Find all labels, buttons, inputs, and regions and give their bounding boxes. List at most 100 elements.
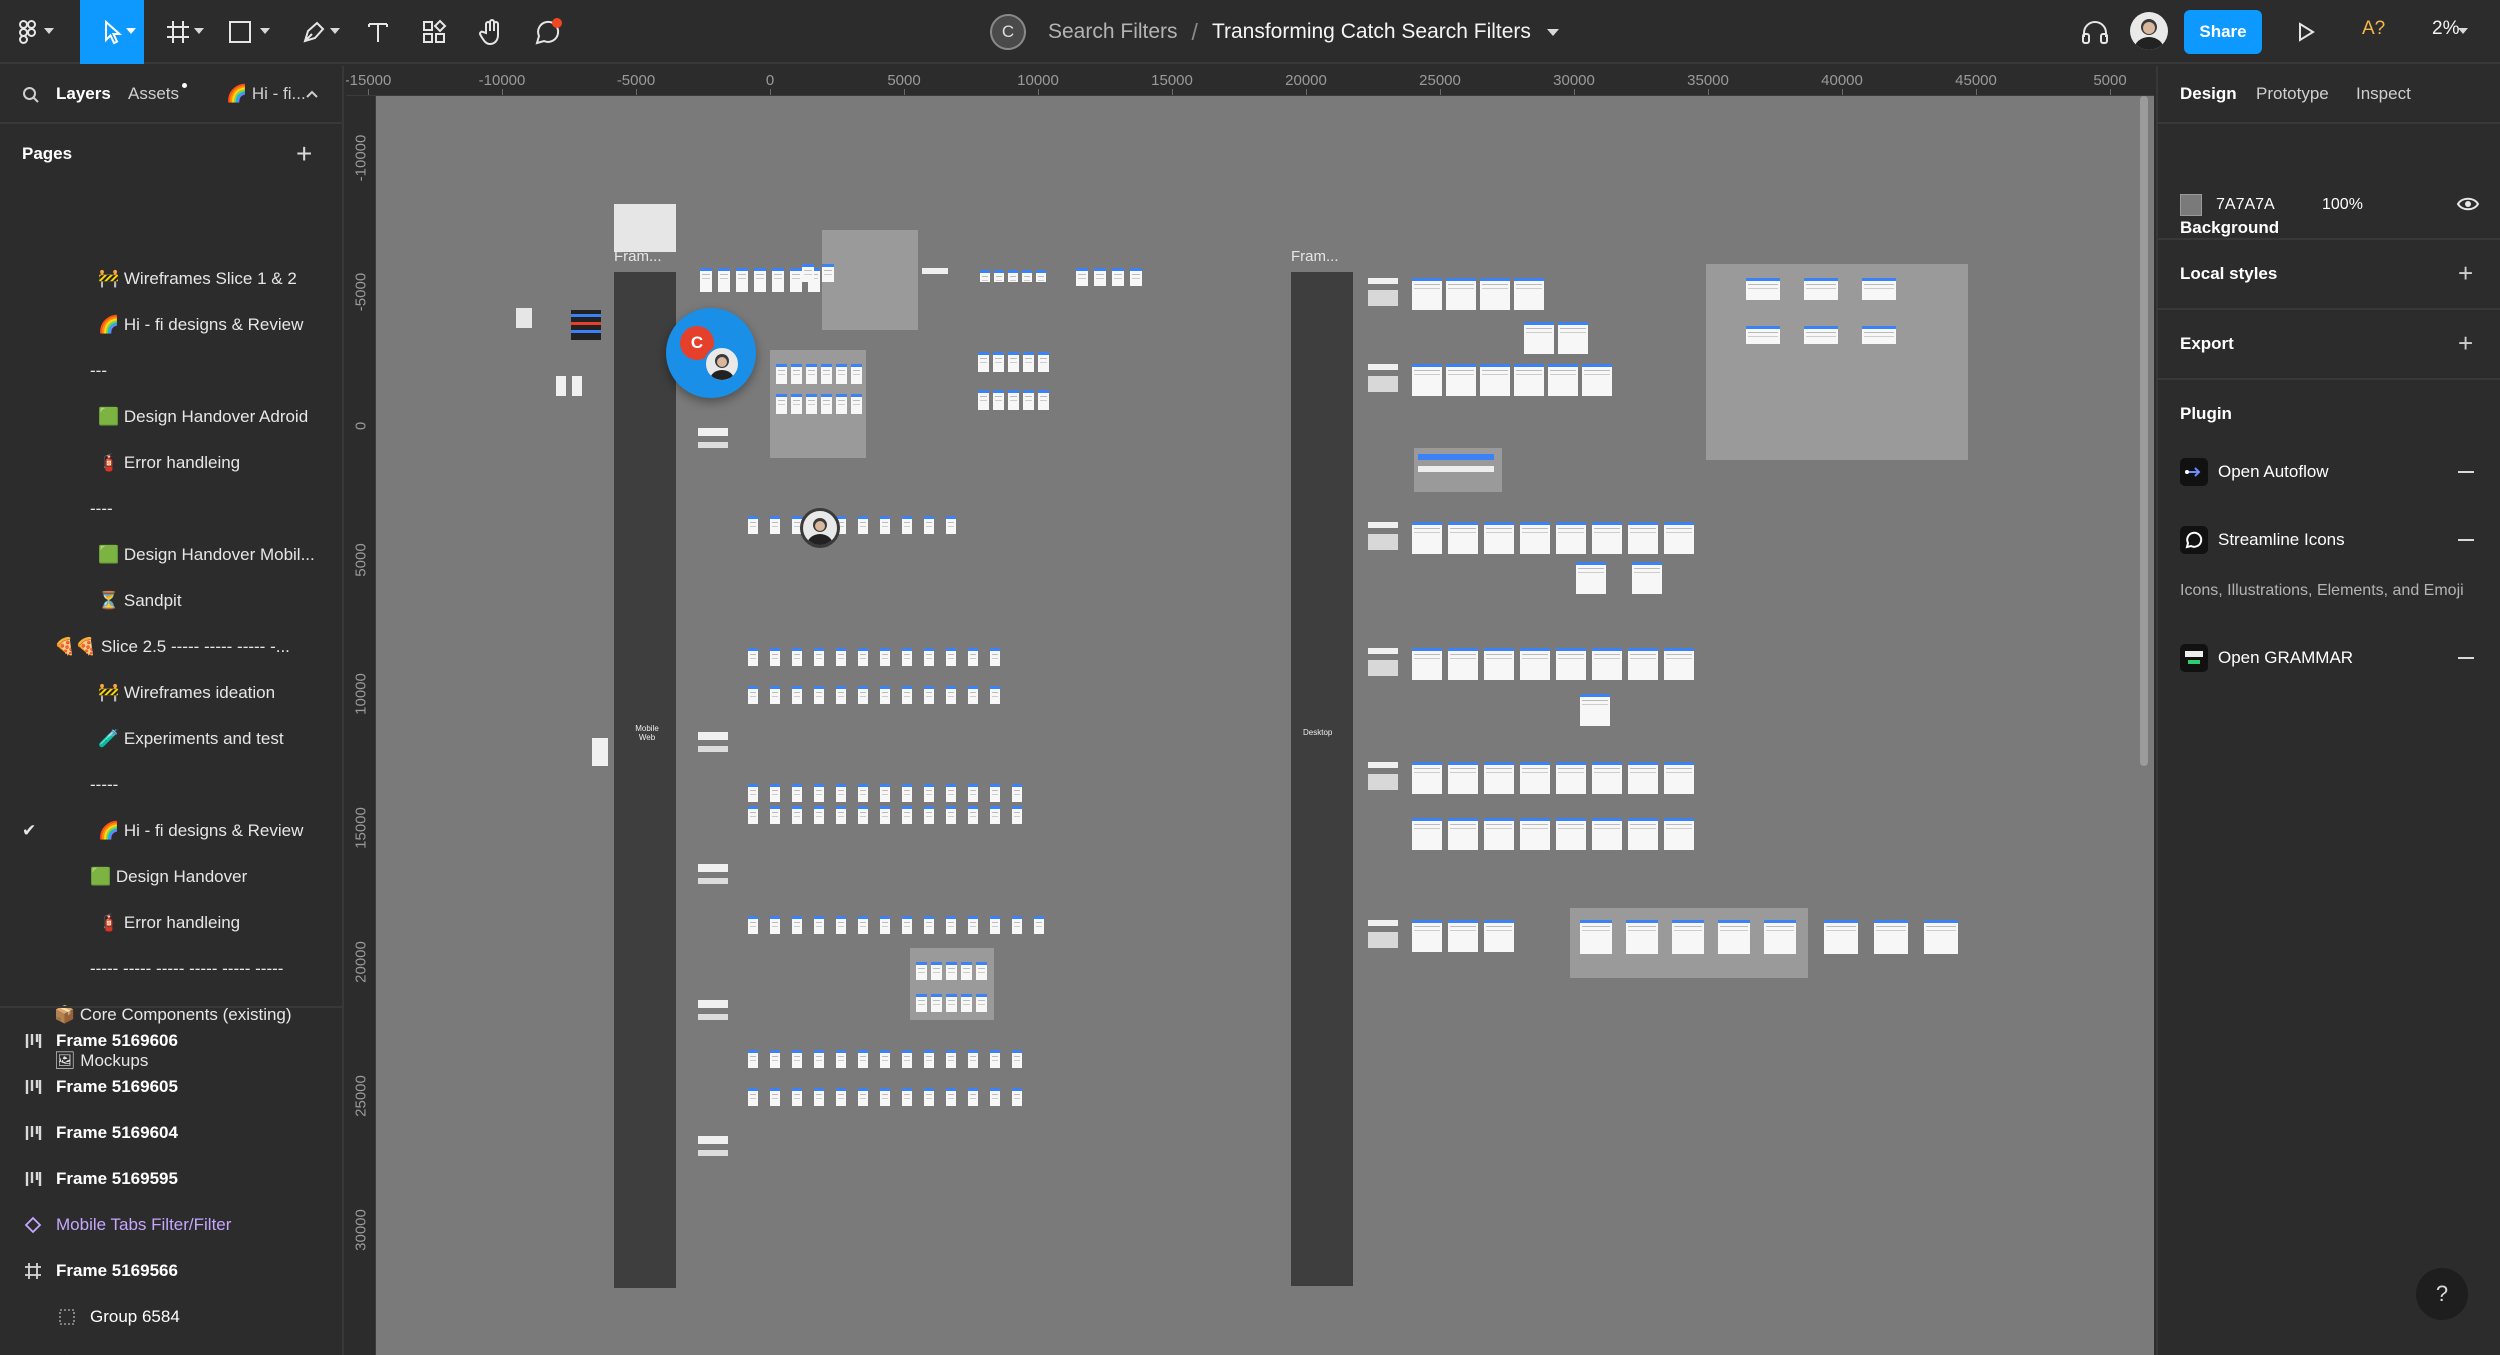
page-item[interactable]: 🚧 Wireframes ideation bbox=[0, 670, 342, 716]
page-item[interactable]: ----- ----- ----- ----- ----- ----- bbox=[0, 946, 342, 992]
mobile-frame-label[interactable]: Fram... bbox=[614, 248, 662, 265]
ruler-y-label: -10000 bbox=[352, 134, 370, 182]
page-item[interactable]: ⏳ Sandpit bbox=[0, 578, 342, 624]
help-button[interactable]: ? bbox=[2416, 1268, 2468, 1320]
chevron-down-icon[interactable] bbox=[1546, 28, 1559, 36]
resources-button[interactable] bbox=[406, 0, 462, 64]
group-icon bbox=[56, 1306, 78, 1328]
ruler-x-label: 10000 bbox=[1017, 72, 1059, 89]
plugin-row-streamline[interactable]: Streamline Icons bbox=[2158, 520, 2500, 560]
figma-logo-icon bbox=[19, 20, 36, 44]
layer-item[interactable]: Frame 5169566 bbox=[0, 1248, 342, 1294]
breadcrumb-separator: / bbox=[1191, 18, 1198, 45]
page-item[interactable]: 🟩 Design Handover Adroid bbox=[0, 394, 342, 440]
layer-item[interactable]: Mobile Tabs Filter/Filter bbox=[0, 1202, 342, 1248]
page-item[interactable]: ✔ 🌈 Hi - fi designs & Review bbox=[0, 808, 342, 854]
project-name-link[interactable]: Search Filters bbox=[1048, 20, 1178, 44]
page-item[interactable]: 🚧 Wireframes Slice 1 & 2 bbox=[0, 256, 342, 302]
layer-item[interactable]: Frame 5169606 bbox=[0, 1018, 342, 1064]
layer-item-label: Mobile Tabs Filter/Filter bbox=[56, 1215, 232, 1234]
hand-tool-button[interactable] bbox=[464, 0, 520, 64]
text-tool-button[interactable] bbox=[350, 0, 406, 64]
chevron-up-icon[interactable] bbox=[306, 90, 318, 98]
comment-tool-button[interactable] bbox=[520, 0, 576, 64]
page-item-label: ----- bbox=[90, 775, 119, 794]
ruler-x-label: 0 bbox=[765, 72, 775, 89]
page-item[interactable]: ----- bbox=[0, 762, 342, 808]
add-page-icon[interactable]: + bbox=[296, 140, 312, 168]
plugin-row-autoflow[interactable]: Open Autoflow bbox=[2158, 452, 2500, 492]
page-item-label: 🟩 Design Handover Mobil... bbox=[98, 545, 315, 564]
page-item[interactable]: 🌈 Hi - fi designs & Review bbox=[0, 302, 342, 348]
current-page-dropdown[interactable]: 🌈 Hi - fi... bbox=[226, 84, 306, 104]
frame-icon bbox=[22, 1260, 44, 1282]
page-item[interactable]: ---- bbox=[0, 486, 342, 532]
tab-prototype[interactable]: Prototype bbox=[2256, 84, 2329, 104]
layer-item[interactable]: Mobile Tabs Filter/Filter bbox=[0, 1340, 342, 1355]
layer-item-label: Frame 5169595 bbox=[56, 1169, 178, 1188]
remove-plugin-icon[interactable] bbox=[2458, 539, 2474, 541]
frame-tool-icon bbox=[167, 21, 189, 43]
share-button[interactable]: Share bbox=[2184, 10, 2262, 54]
layer-item-label: Frame 5169604 bbox=[56, 1123, 178, 1142]
file-name-button[interactable]: Transforming Catch Search Filters bbox=[1212, 20, 1531, 44]
audio-button[interactable] bbox=[2072, 0, 2118, 64]
page-item[interactable]: 🟩 Design Handover Mobil... bbox=[0, 532, 342, 578]
present-button[interactable] bbox=[2284, 0, 2328, 64]
ruler-x-label: 15000 bbox=[1151, 72, 1193, 89]
pages-title: Pages bbox=[22, 144, 73, 163]
checkmark-icon: ✔ bbox=[22, 821, 37, 840]
desktop-frame-label[interactable]: Fram... bbox=[1291, 248, 1339, 265]
ruler-x-label: -5000 bbox=[616, 72, 656, 89]
ruler-tick bbox=[502, 89, 503, 95]
a11y-check-button[interactable]: A? bbox=[2362, 18, 2385, 40]
ruler-y-label: 30000 bbox=[352, 1209, 370, 1251]
page-item-label: --- bbox=[90, 361, 107, 380]
layer-item[interactable]: Frame 5169604 bbox=[0, 1110, 342, 1156]
chevron-down-icon bbox=[44, 28, 54, 34]
zoom-level-dropdown[interactable]: 2% bbox=[2432, 18, 2459, 40]
page-item[interactable]: 🧯 Error handleing bbox=[0, 440, 342, 486]
page-item[interactable]: 🟩 Design Handover bbox=[0, 854, 342, 900]
collaborator-avatar-2[interactable] bbox=[800, 508, 840, 548]
page-item[interactable]: 🧪 Experiments and test bbox=[0, 716, 342, 762]
ruler-tick bbox=[368, 89, 369, 95]
move-tool-button[interactable] bbox=[80, 0, 144, 64]
remove-plugin-icon[interactable] bbox=[2458, 471, 2474, 473]
background-opacity-input[interactable]: 100% bbox=[2322, 196, 2363, 214]
background-color-swatch[interactable] bbox=[2180, 194, 2202, 216]
streamline-icon bbox=[2180, 526, 2208, 554]
layer-item[interactable]: Frame 5169595 bbox=[0, 1156, 342, 1202]
design-canvas[interactable]: Fram... Fram... Mobile Web Desktop C bbox=[376, 96, 2154, 1355]
ruler-tick bbox=[1708, 89, 1709, 95]
tab-inspect[interactable]: Inspect bbox=[2356, 84, 2411, 104]
plugin-name: Open GRAMMAR bbox=[2218, 648, 2354, 667]
user-avatar[interactable] bbox=[2130, 12, 2168, 50]
tab-design[interactable]: Design bbox=[2180, 84, 2237, 104]
canvas-vertical-scrollbar[interactable] bbox=[2140, 96, 2148, 766]
page-item[interactable]: --- bbox=[0, 348, 342, 394]
plugin-row-grammar[interactable]: Open GRAMMAR bbox=[2158, 638, 2500, 678]
collaborator-cursor[interactable]: C bbox=[666, 308, 756, 398]
page-item[interactable]: 🍕🍕 Slice 2.5 ----- ----- ----- -... bbox=[0, 624, 342, 670]
eye-icon[interactable] bbox=[2456, 194, 2480, 214]
search-icon[interactable] bbox=[22, 86, 40, 104]
chevron-down-icon bbox=[194, 28, 204, 34]
remove-plugin-icon[interactable] bbox=[2458, 657, 2474, 659]
hand-tool-icon bbox=[479, 19, 499, 46]
tab-assets[interactable]: Assets bbox=[128, 84, 179, 104]
play-icon bbox=[2299, 22, 2315, 42]
rectangle-tool-icon bbox=[229, 21, 251, 43]
layer-item[interactable]: Group 6584 bbox=[0, 1294, 342, 1340]
ruler-y-label: 10000 bbox=[352, 673, 370, 715]
background-hex-input[interactable]: 7A7A7A bbox=[2216, 196, 2275, 214]
page-item[interactable]: 🧯 Error handleing bbox=[0, 900, 342, 946]
mobile-web-label: Mobile Web bbox=[635, 724, 659, 742]
autolayout-icon bbox=[22, 1030, 44, 1052]
page-item-label: 🚧 Wireframes ideation bbox=[98, 683, 276, 702]
layer-item[interactable]: Frame 5169605 bbox=[0, 1064, 342, 1110]
export-title: Export bbox=[2180, 334, 2234, 353]
add-style-icon[interactable]: + bbox=[2458, 260, 2473, 286]
tab-layers[interactable]: Layers bbox=[56, 84, 111, 104]
add-export-icon[interactable]: + bbox=[2458, 330, 2473, 356]
